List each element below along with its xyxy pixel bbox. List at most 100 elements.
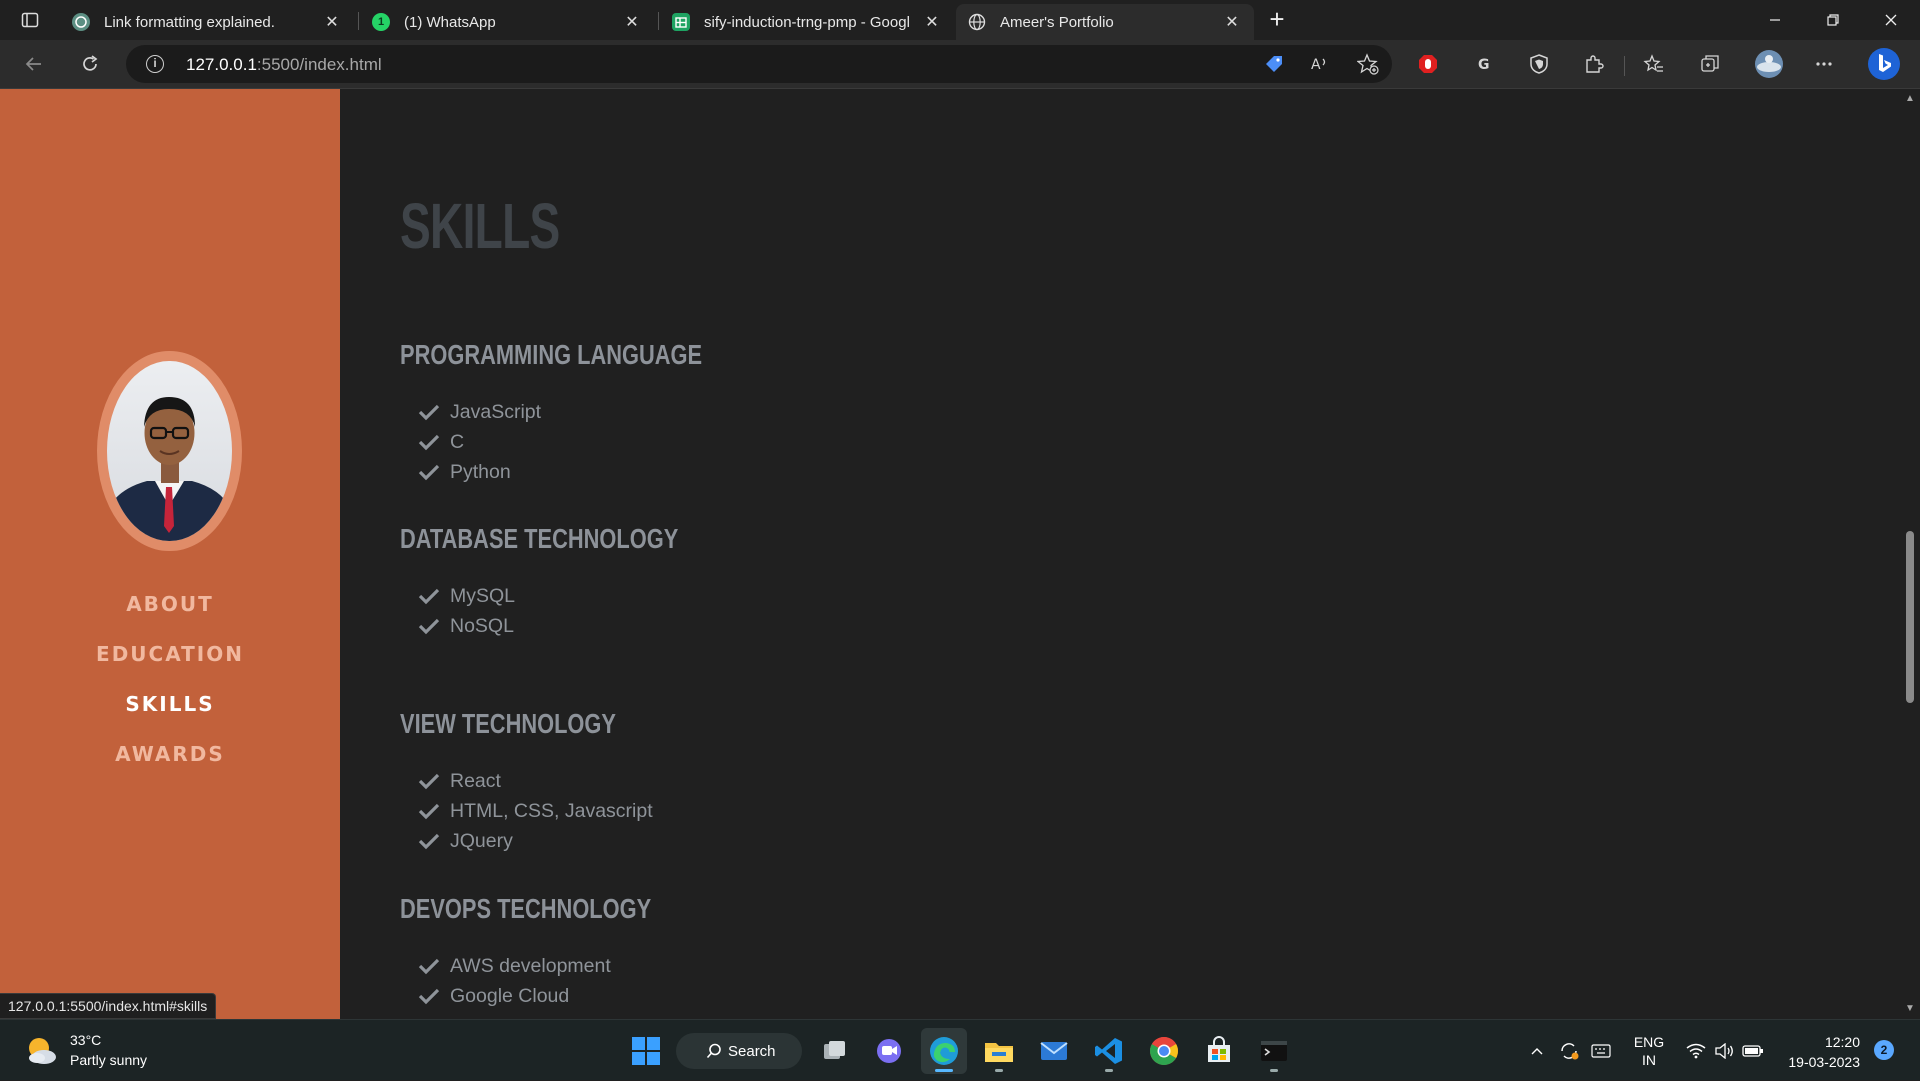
skill-group-heading: DEVOPS TECHNOLOGY [400, 893, 652, 924]
teams-chat-button[interactable] [866, 1028, 912, 1074]
skill-item: Python [418, 457, 541, 487]
new-tab-button[interactable]: + [1262, 6, 1292, 34]
weather-description: Partly sunny [70, 1052, 148, 1068]
scroll-up-icon[interactable]: ▲ [1904, 93, 1916, 105]
skill-label: JQuery [450, 829, 513, 852]
tab-actions-icon[interactable] [12, 6, 48, 34]
keyboard-icon[interactable] [1586, 1020, 1616, 1081]
skill-group-heading: DATABASE TECHNOLOGY [400, 523, 679, 554]
skill-list: MySQL NoSQL [418, 581, 515, 641]
coupon-tag-icon[interactable] [1260, 50, 1288, 78]
sidebar-nav: ABOUT EDUCATION SKILLS AWARDS [0, 579, 340, 779]
skill-group-heading: VIEW TECHNOLOGY [400, 708, 616, 739]
skill-list: React HTML, CSS, Javascript JQuery [418, 766, 653, 856]
notification-badge[interactable]: 2 [1874, 1040, 1894, 1060]
profile-avatar[interactable] [1752, 47, 1786, 81]
skill-item: React [418, 766, 653, 796]
skill-label: Google Cloud [450, 984, 570, 1007]
tab-portfolio[interactable]: Ameer's Portfolio ✕ [956, 4, 1254, 40]
address-bar[interactable]: i 127.0.0.1:5500/index.html A [126, 45, 1392, 83]
svg-text:A: A [1311, 57, 1321, 73]
toolbar-separator [1624, 56, 1625, 76]
tab-whatsapp[interactable]: 1 (1) WhatsApp ✕ [360, 4, 654, 40]
file-explorer-app[interactable] [976, 1028, 1022, 1074]
taskbar-search[interactable]: Search [676, 1033, 802, 1069]
skill-label: C [450, 430, 465, 453]
back-button[interactable] [18, 48, 50, 80]
url-text[interactable]: 127.0.0.1:5500/index.html [186, 55, 382, 75]
skill-list: JavaScript C Python [418, 397, 541, 487]
sync-icon[interactable] [1554, 1020, 1584, 1081]
region-code: IN [1642, 1051, 1656, 1068]
whatsapp-icon: 1 [372, 13, 390, 31]
more-options-icon[interactable] [1810, 50, 1838, 78]
store-app[interactable] [1196, 1028, 1242, 1074]
check-icon [418, 464, 440, 481]
restore-button[interactable] [1810, 0, 1856, 40]
shield-extension-icon[interactable] [1525, 50, 1553, 78]
grammarly-extension-icon[interactable]: G [1470, 50, 1498, 78]
browser-toolbar: i 127.0.0.1:5500/index.html A G [0, 40, 1920, 89]
read-aloud-icon[interactable]: A [1306, 50, 1334, 78]
skill-item: C [418, 427, 541, 457]
nav-link-awards[interactable]: AWARDS [0, 729, 340, 779]
skill-label: MySQL [450, 584, 516, 607]
nav-link-education[interactable]: EDUCATION [0, 629, 340, 679]
check-icon [418, 618, 440, 635]
check-icon [418, 803, 440, 820]
running-indicator [1105, 1069, 1113, 1072]
skill-label: AWS development [450, 954, 611, 977]
skill-label: NoSQL [450, 614, 514, 637]
skill-list: AWS development Google Cloud [418, 951, 611, 1011]
skill-label: Python [450, 460, 511, 483]
nav-link-skills[interactable]: SKILLS [0, 679, 340, 729]
scrollbar-thumb[interactable] [1906, 531, 1914, 703]
tab-title: sify-induction-trng-pmp - Googl [704, 13, 910, 31]
close-icon[interactable]: ✕ [622, 12, 642, 32]
bing-chat-icon[interactable] [1866, 46, 1902, 82]
section-title: SKILLS [400, 190, 560, 262]
close-icon[interactable]: ✕ [322, 12, 342, 32]
start-button[interactable] [623, 1028, 669, 1074]
chrome-app[interactable] [1141, 1028, 1187, 1074]
tab-google-sheets[interactable]: sify-induction-trng-pmp - Googl ✕ [660, 4, 954, 40]
favorites-icon[interactable] [1640, 50, 1668, 78]
extensions-icon[interactable] [1580, 50, 1608, 78]
volume-icon[interactable] [1710, 1020, 1738, 1081]
site-info-icon[interactable]: i [146, 55, 164, 73]
close-icon[interactable]: ✕ [1222, 12, 1242, 32]
taskbar-clock[interactable]: 12:20 19-03-2023 [1780, 1032, 1860, 1072]
google-sheets-icon [672, 13, 690, 31]
battery-icon[interactable] [1738, 1020, 1768, 1081]
add-favorite-icon[interactable] [1354, 50, 1382, 78]
edge-taskbar-app[interactable] [921, 1028, 967, 1074]
page-scrollbar[interactable]: ▲ ▼ [1900, 89, 1920, 1019]
tab-title: (1) WhatsApp [404, 13, 496, 31]
tab-chatgpt[interactable]: Link formatting explained. ✕ [60, 4, 354, 40]
search-label: Search [728, 1042, 776, 1060]
skill-label: JavaScript [450, 400, 542, 423]
adblock-extension-icon[interactable] [1414, 50, 1442, 78]
profile-photo [107, 361, 232, 541]
minimize-button[interactable] [1752, 0, 1798, 40]
input-language[interactable]: ENG IN [1628, 1020, 1670, 1081]
close-window-button[interactable] [1868, 0, 1914, 40]
check-icon [418, 833, 440, 850]
close-icon[interactable]: ✕ [922, 12, 942, 32]
mail-app[interactable] [1031, 1028, 1077, 1074]
nav-link-about[interactable]: ABOUT [0, 579, 340, 629]
collections-icon[interactable] [1696, 50, 1724, 78]
refresh-button[interactable] [74, 48, 106, 80]
show-hidden-icons[interactable] [1522, 1020, 1552, 1081]
skill-item: MySQL [418, 581, 515, 611]
scroll-down-icon[interactable]: ▼ [1904, 1003, 1916, 1015]
skill-item: NoSQL [418, 611, 515, 641]
task-view-button[interactable] [812, 1028, 858, 1074]
terminal-app[interactable] [1251, 1028, 1297, 1074]
link-status-bubble: 127.0.0.1:5500/index.html#skills [0, 993, 217, 1019]
skill-item: Google Cloud [418, 981, 611, 1011]
browser-tab-strip: Link formatting explained. ✕ 1 (1) Whats… [0, 0, 1920, 40]
wifi-icon[interactable] [1682, 1020, 1710, 1081]
vscode-app[interactable] [1086, 1028, 1132, 1074]
weather-widget[interactable]: 33°C Partly sunny [24, 1030, 147, 1070]
